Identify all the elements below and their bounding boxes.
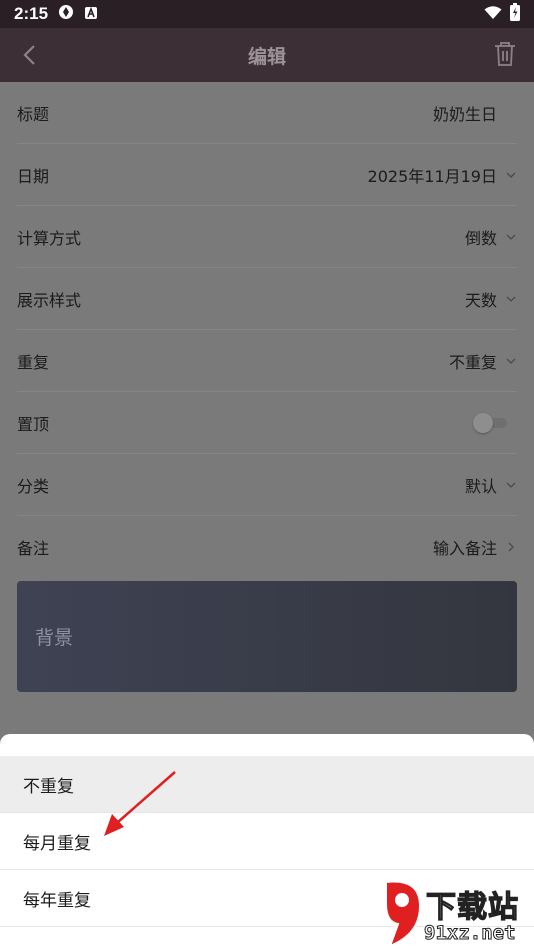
date-value: 2025年11月19日 — [368, 163, 517, 187]
chevron-down-icon — [506, 296, 516, 302]
row-title[interactable]: 标题 奶奶生日 — [17, 82, 517, 144]
app-notification-icon — [84, 5, 98, 24]
edit-form: 标题 奶奶生日 日期 2025年11月19日 计算方式 倒数 展示样式 天数 重… — [0, 82, 534, 734]
battery-icon — [510, 3, 520, 25]
row-display-style[interactable]: 展示样式 天数 — [17, 268, 517, 330]
display-style-value: 天数 — [465, 287, 517, 311]
row-label: 备注 — [17, 539, 50, 558]
category-value: 默认 — [465, 473, 517, 497]
status-time: 2:15 — [14, 4, 49, 23]
row-label: 置顶 — [17, 414, 50, 434]
row-category[interactable]: 分类 默认 — [17, 454, 517, 516]
chevron-down-icon — [506, 482, 516, 488]
row-label: 重复 — [17, 352, 50, 372]
toolbar: 编辑 — [0, 28, 534, 82]
row-label: 日期 — [17, 166, 50, 186]
trash-icon[interactable] — [492, 40, 518, 68]
chevron-right-icon — [508, 542, 514, 552]
row-label: 标题 — [17, 104, 50, 124]
category-text: 默认 — [464, 476, 497, 496]
watermark-url: 91xz.net — [424, 922, 517, 945]
row-label: 计算方式 — [17, 228, 82, 248]
row-pin-top: 置顶 — [17, 392, 517, 454]
calc-mode-value: 倒数 — [465, 225, 517, 249]
row-repeat[interactable]: 重复 不重复 — [17, 330, 517, 392]
chevron-down-icon — [506, 358, 516, 364]
background-label: 背景 — [35, 627, 74, 649]
calc-mode-text: 倒数 — [464, 228, 497, 248]
sync-icon — [58, 4, 74, 24]
row-label: 分类 — [17, 476, 50, 496]
row-notes[interactable]: 备注 输入备注 — [17, 516, 517, 578]
back-arrow-icon[interactable] — [16, 40, 46, 70]
toggle-knob — [473, 412, 493, 433]
repeat-option-none[interactable]: 不重复 — [0, 756, 534, 813]
display-style-text: 天数 — [464, 290, 497, 310]
repeat-value: 不重复 — [449, 349, 517, 373]
status-bar: 2:15 — [0, 0, 534, 28]
chevron-down-icon — [506, 172, 516, 178]
row-calc-mode[interactable]: 计算方式 倒数 — [17, 206, 517, 268]
watermark-logo-icon — [385, 880, 422, 948]
watermark: 下载站 91xz.net — [380, 878, 530, 950]
chevron-down-icon — [506, 234, 516, 240]
page-title: 编辑 — [247, 45, 286, 68]
row-date[interactable]: 日期 2025年11月19日 — [17, 144, 517, 206]
row-label: 展示样式 — [17, 290, 82, 310]
title-value[interactable]: 奶奶生日 — [433, 101, 497, 125]
wifi-icon — [484, 5, 502, 24]
notes-placeholder: 输入备注 — [432, 539, 497, 558]
pin-top-toggle[interactable] — [473, 412, 507, 433]
repeat-text: 不重复 — [448, 352, 497, 372]
notes-value: 输入备注 — [433, 535, 517, 559]
watermark-text: 下载站 — [425, 889, 519, 925]
background-picker[interactable]: 背景 — [17, 581, 517, 692]
repeat-option-monthly[interactable]: 每月重复 — [0, 813, 534, 870]
date-text: 2025年11月19日 — [367, 166, 497, 186]
